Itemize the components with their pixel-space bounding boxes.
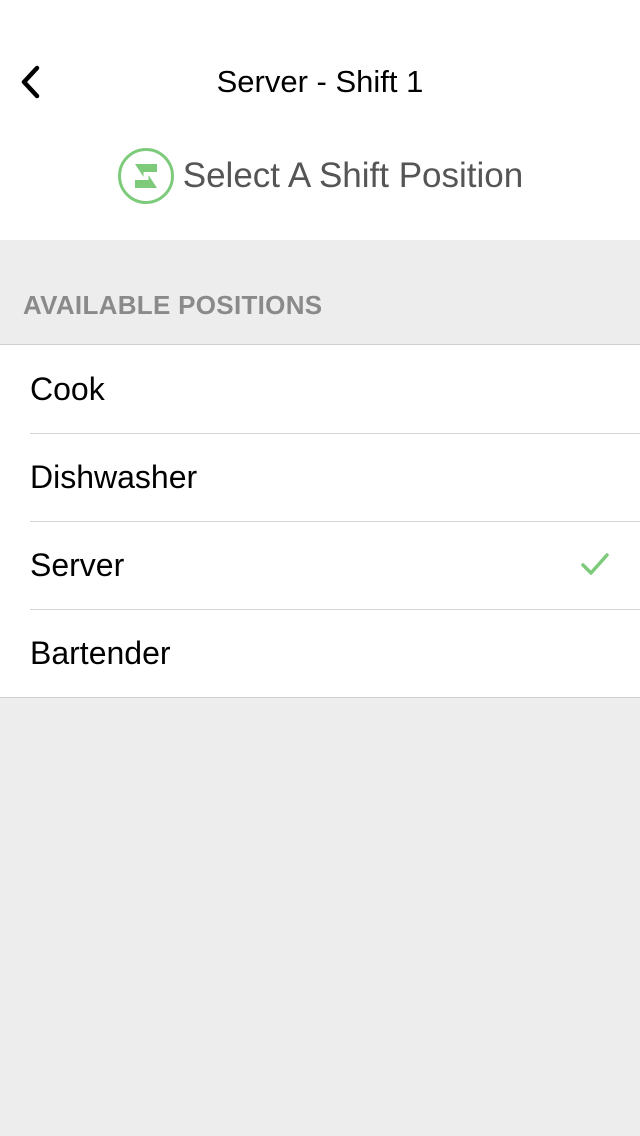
checkmark-icon <box>581 553 609 575</box>
header-title: Select A Shift Position <box>182 156 524 195</box>
shift-position-screen: Server - Shift 1 Select A Shift Position… <box>0 0 640 1136</box>
list-item-label: Server <box>30 547 125 583</box>
page-title: Server - Shift 1 <box>216 64 424 99</box>
list-item-cook[interactable]: Cook <box>0 345 640 433</box>
shift-logo-icon <box>117 148 174 204</box>
section-header: AVAILABLE POSITIONS <box>0 240 640 344</box>
list-item-label: Dishwasher <box>30 459 198 495</box>
list-item-label: Bartender <box>30 635 171 671</box>
navigation-bar: Server - Shift 1 <box>0 0 640 128</box>
header-row: Select A Shift Position <box>0 146 640 206</box>
list-item-server[interactable]: Server <box>0 521 640 609</box>
section-label: AVAILABLE POSITIONS <box>23 290 323 320</box>
positions-list: Cook Dishwasher Server Bartender <box>0 344 640 698</box>
position-header: Select A Shift Position <box>0 128 640 240</box>
list-item-bartender[interactable]: Bartender <box>0 609 640 697</box>
list-item-label: Cook <box>30 371 105 407</box>
list-item-dishwasher[interactable]: Dishwasher <box>0 433 640 521</box>
